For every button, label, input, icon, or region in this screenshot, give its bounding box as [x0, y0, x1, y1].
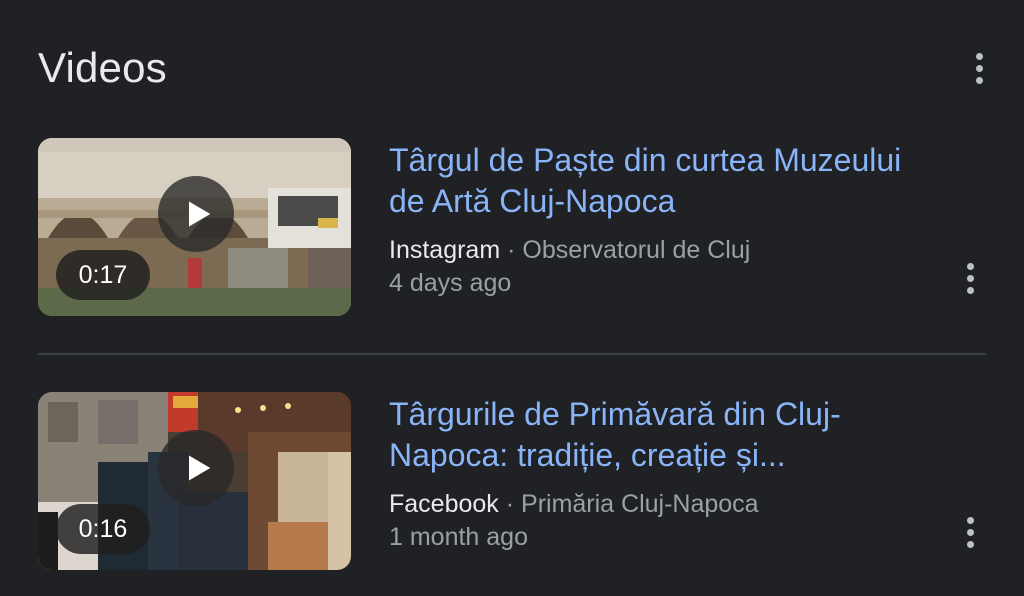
play-icon — [189, 201, 211, 227]
duration-badge: 0:16 — [56, 504, 150, 554]
divider — [38, 353, 986, 355]
more-vert-icon[interactable] — [958, 512, 982, 552]
play-button[interactable] — [158, 176, 234, 252]
videos-header: Videos — [38, 40, 994, 96]
video-source: Facebook — [389, 490, 499, 518]
video-source: Instagram — [389, 236, 501, 264]
video-result: 0:17 Târgul de Paște din curtea Muzeului… — [38, 138, 988, 318]
video-meta: Facebook · Primăria Cluj-Napoca — [389, 488, 929, 520]
section-title: Videos — [38, 44, 167, 91]
play-button[interactable] — [158, 430, 234, 506]
video-result: 0:16 Târgurile de Primăvară din Cluj-Nap… — [38, 392, 988, 572]
video-title-link[interactable]: Târgurile de Primăvară din Cluj-Napoca: … — [389, 394, 929, 476]
video-info: Târgul de Paște din curtea Muzeului de A… — [389, 138, 929, 300]
video-thumbnail[interactable]: 0:17 — [38, 138, 351, 316]
video-channel: Observatorul de Cluj — [522, 236, 751, 264]
meta-separator: · — [498, 490, 522, 518]
video-title-link[interactable]: Târgul de Paște din curtea Muzeului de A… — [389, 140, 929, 222]
video-age: 4 days ago — [389, 269, 512, 297]
video-thumbnail[interactable]: 0:16 — [38, 392, 351, 570]
video-age: 1 month ago — [389, 523, 528, 551]
video-meta: Instagram · Observatorul de Cluj — [389, 234, 929, 266]
duration-badge: 0:17 — [56, 250, 150, 300]
play-icon — [189, 455, 211, 481]
meta-separator: · — [500, 236, 523, 264]
more-vert-icon[interactable] — [958, 258, 982, 298]
video-info: Târgurile de Primăvară din Cluj-Napoca: … — [389, 392, 929, 554]
video-channel: Primăria Cluj-Napoca — [521, 490, 759, 518]
more-vert-icon[interactable] — [967, 48, 991, 88]
